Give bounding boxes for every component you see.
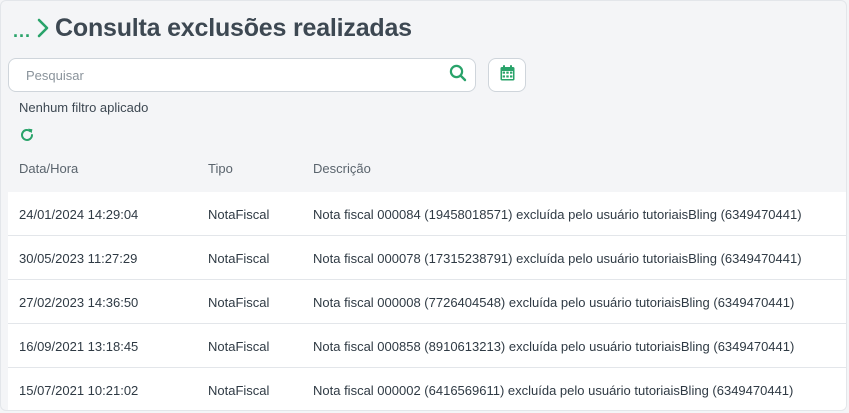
table-row[interactable]: 30/05/2023 11:27:29 NotaFiscal Nota fisc… [8,236,846,280]
cell-description: Nota fiscal 000002 (6416569611) excluída… [313,383,794,398]
cell-type: NotaFiscal [208,339,270,354]
breadcrumb-ellipsis[interactable]: ... [13,22,31,40]
cell-type: NotaFiscal [208,207,270,222]
calendar-filter-button[interactable] [488,58,526,92]
search-button[interactable] [441,59,475,91]
table-row[interactable]: 24/01/2024 14:29:04 NotaFiscal Nota fisc… [8,192,846,236]
refresh-button[interactable] [17,127,37,147]
cell-type: NotaFiscal [208,251,270,266]
search-box [8,58,476,92]
cell-type: NotaFiscal [208,295,270,310]
search-icon [449,64,467,87]
cell-type: NotaFiscal [208,383,270,398]
column-header-type[interactable]: Tipo [208,161,233,176]
calendar-icon [500,64,515,86]
search-input[interactable] [9,58,441,92]
filter-status: Nenhum filtro aplicado [19,100,149,115]
page-container: ... Consulta exclusões realizadas Pesqui… [0,0,847,411]
cell-datetime: 16/09/2021 13:18:45 [19,339,139,354]
cell-description: Nota fiscal 000084 (19458018571) excluíd… [313,207,802,222]
cell-datetime: 15/07/2021 10:21:02 [19,383,139,398]
table-body: 24/01/2024 14:29:04 NotaFiscal Nota fisc… [8,192,846,410]
table-row[interactable]: 27/02/2023 14:36:50 NotaFiscal Nota fisc… [8,280,846,324]
column-header-datetime[interactable]: Data/Hora [19,161,78,176]
chevron-right-icon [37,18,49,38]
table-header: Data/Hora Tipo Descrição [8,161,846,183]
page-header: ... Consulta exclusões realizadas [13,11,412,45]
page-title: Consulta exclusões realizadas [55,13,412,42]
cell-datetime: 27/02/2023 14:36:50 [19,295,139,310]
refresh-icon [19,127,35,148]
cell-datetime: 30/05/2023 11:27:29 [19,251,138,266]
cell-description: Nota fiscal 000008 (7726404548) excluída… [313,295,795,310]
table-row[interactable]: 15/07/2021 10:21:02 NotaFiscal Nota fisc… [8,368,846,410]
cell-description: Nota fiscal 000858 (8910613213) excluída… [313,339,795,354]
cell-datetime: 24/01/2024 14:29:04 [19,207,139,222]
column-header-description[interactable]: Descrição [313,161,371,176]
cell-description: Nota fiscal 000078 (17315238791) excluíd… [313,251,802,266]
table-row[interactable]: 16/09/2021 13:18:45 NotaFiscal Nota fisc… [8,324,846,368]
